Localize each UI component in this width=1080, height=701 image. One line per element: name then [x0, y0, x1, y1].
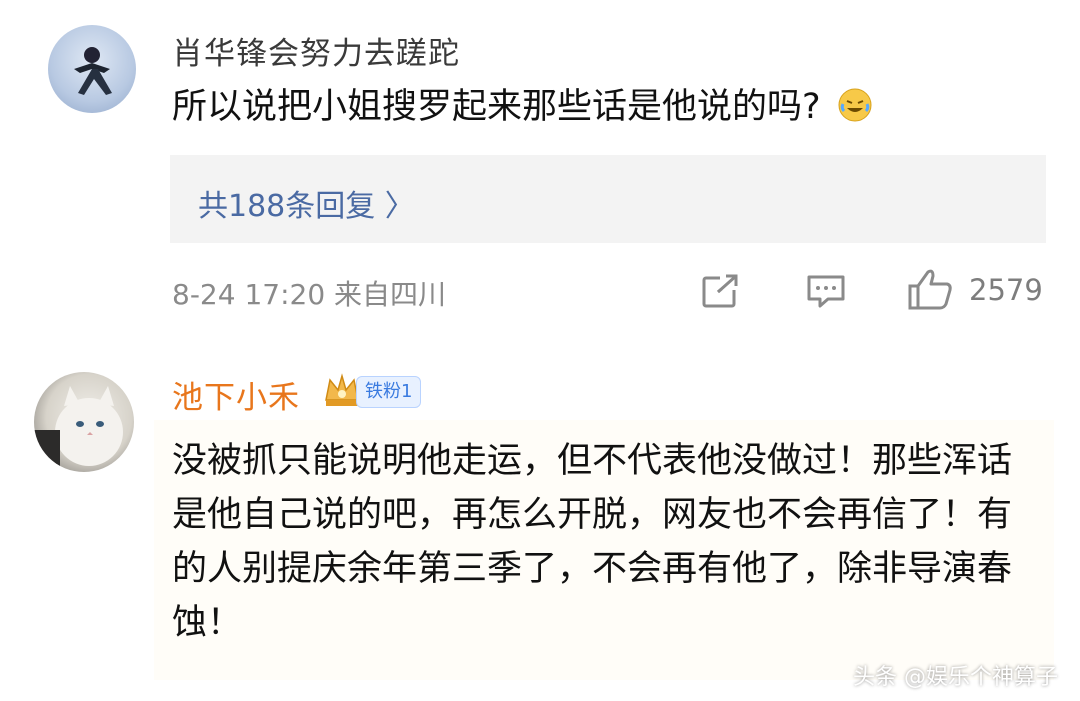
comment-meta: 8-24 17:20 来自四川 [172, 278, 447, 311]
user-avatar[interactable] [34, 372, 134, 472]
comment-body: 所以说把小姐搜罗起来那些话是他说的吗? [172, 87, 821, 127]
watermark: 头条 @娱乐个神算子 [853, 665, 1058, 690]
view-replies-link[interactable]: 共188条回复 〉 [198, 181, 415, 225]
laughing-crying-emoji-icon [838, 84, 872, 122]
username[interactable]: 池下小禾 [172, 372, 300, 417]
like-count: 2579 [969, 273, 1043, 307]
comment-text: 所以说把小姐搜罗起来那些话是他说的吗? [172, 80, 872, 134]
fan-badge: 铁粉1 [356, 376, 422, 408]
user-avatar[interactable] [48, 25, 136, 113]
replies-box[interactable]: 共188条回复 〉 [170, 155, 1046, 243]
comment-text: 没被抓只能说明他走运，但不代表他没做过！那些浑话是他自己说的吧，再怎么开脱，网友… [172, 441, 1013, 643]
thumbs-up-icon[interactable] [907, 268, 953, 310]
share-icon[interactable] [702, 274, 740, 308]
username[interactable]: 肖华锋会努力去蹉跎 [172, 28, 460, 73]
comment-icon[interactable] [806, 274, 846, 308]
